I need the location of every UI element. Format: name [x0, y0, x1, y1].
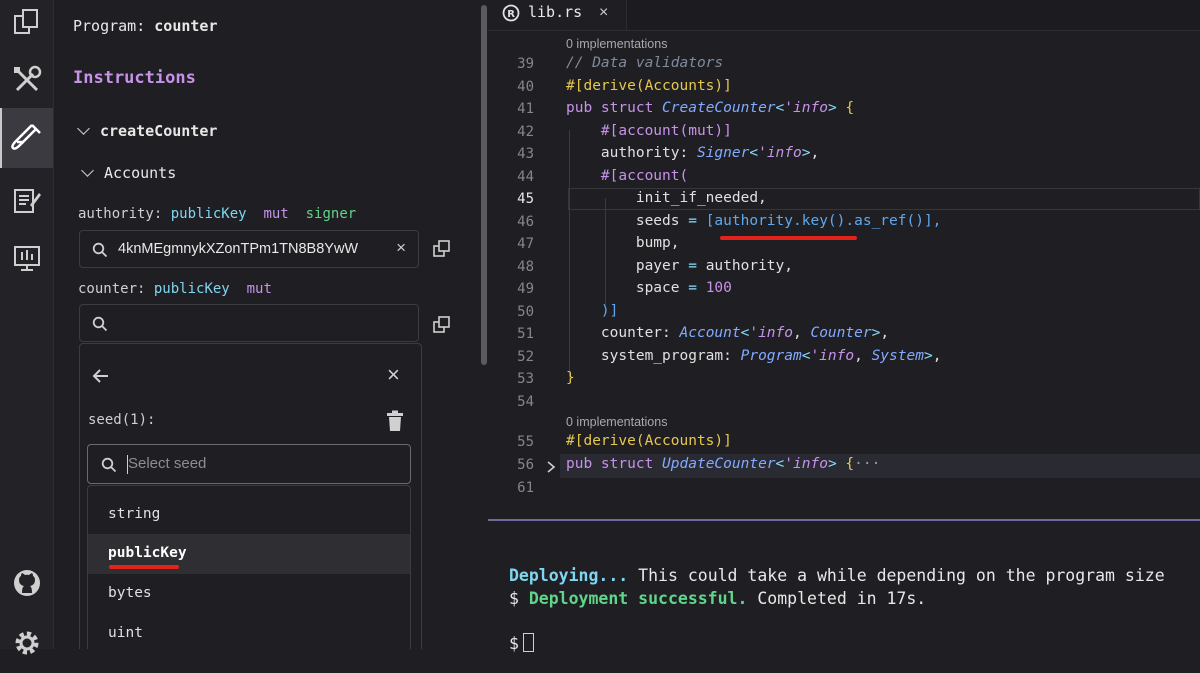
line-number: 47: [517, 236, 534, 252]
build-tools-icon[interactable]: [0, 50, 53, 110]
line-number: 54: [517, 394, 534, 410]
code-lens[interactable]: 0 implementations: [566, 37, 667, 51]
seed-option-bytes[interactable]: bytes: [88, 574, 410, 614]
authority-value: 4knMEgmnykXZonTPm1TN8B8YwW: [118, 241, 359, 257]
code-line: seeds = [authority.key().as_ref()],: [635, 213, 942, 229]
annotation-underline: [109, 565, 179, 569]
code-line: payer = authority,: [635, 258, 794, 274]
seed-option-uint[interactable]: uint: [88, 614, 410, 649]
line-number: 51: [517, 326, 534, 342]
code-line: #[account(: [600, 168, 689, 184]
code-line: }: [566, 370, 575, 386]
line-number: 53: [517, 371, 534, 387]
code-line: system_program: Program<'info, System>,: [600, 348, 942, 364]
code-line: counter: Account<'info, Counter>,: [600, 325, 890, 341]
explorer-icon[interactable]: [0, 0, 53, 52]
terminal-cursor: [522, 633, 534, 652]
instruction-create-counter[interactable]: createCounter: [77, 122, 217, 140]
svg-text:R: R: [507, 9, 515, 20]
line-number: 40: [517, 79, 534, 95]
program-label: Program: counter: [73, 17, 218, 35]
tab-close-icon[interactable]: ×: [599, 4, 608, 22]
line-number: 41: [517, 101, 534, 117]
search-icon: [92, 242, 108, 258]
monitor-icon[interactable]: [0, 228, 53, 288]
rust-file-icon: R: [502, 4, 520, 22]
line-number: 42: [517, 124, 534, 140]
code-line: authority: Signer<'info>,: [600, 145, 820, 161]
line-number: 48: [517, 259, 534, 275]
authority-account-label: authority: publicKey mut signer: [78, 206, 357, 222]
settings-gear-icon[interactable]: [0, 613, 53, 673]
search-icon: [101, 457, 117, 473]
activity-bar: [0, 0, 54, 655]
seed-search-input[interactable]: Select seed: [87, 444, 411, 484]
code-editor[interactable]: 0 implementations 0 implementations 39 4…: [488, 31, 1200, 519]
instructions-title: Instructions: [73, 68, 196, 88]
seed-option-string[interactable]: string: [88, 495, 410, 535]
copy-icon[interactable]: [433, 316, 451, 334]
back-arrow-icon[interactable]: [91, 366, 111, 386]
chevron-down-icon: [81, 164, 94, 177]
trash-icon[interactable]: [385, 410, 405, 432]
accounts-toggle[interactable]: Accounts: [81, 164, 176, 182]
annotation-underline: [720, 236, 857, 240]
code-line: // Data validators: [566, 55, 724, 71]
line-number: 56: [517, 457, 534, 473]
line-number: 46: [517, 214, 534, 230]
code-line: )]: [600, 303, 619, 319]
seed-placeholder: Select seed: [128, 455, 207, 472]
code-lens[interactable]: 0 implementations: [566, 415, 667, 429]
search-icon: [92, 316, 108, 332]
close-icon[interactable]: ×: [387, 362, 400, 388]
line-number: 61: [517, 480, 534, 496]
code-line: #[derive(Accounts)]: [566, 433, 732, 449]
line-number: 45: [517, 191, 534, 207]
chevron-down-icon: [77, 122, 90, 135]
line-number: 39: [517, 56, 534, 72]
line-number: 55: [517, 434, 534, 450]
tab-filename: lib.rs: [528, 3, 583, 21]
line-number: 43: [517, 146, 534, 162]
code-line: init_if_needed,: [635, 190, 767, 206]
authority-input[interactable]: 4knMEgmnykXZonTPm1TN8B8YwW ×: [79, 230, 419, 268]
line-number: 50: [517, 304, 534, 320]
terminal-line: $ Deployment successful. Completed in 17…: [509, 589, 927, 608]
line-number: 44: [517, 169, 534, 185]
program-name: counter: [154, 17, 218, 35]
code-line: #[account(mut)]: [600, 123, 732, 139]
terminal-line: Deploying... This could take a while dep…: [509, 566, 1165, 585]
line-number: 52: [517, 349, 534, 365]
code-line: space = 100: [635, 280, 732, 296]
terminal-prompt: $: [509, 633, 534, 653]
instructions-sidebar: Program: counter Instructions createCoun…: [54, 0, 479, 649]
code-line: bump,: [635, 235, 680, 251]
clear-icon[interactable]: ×: [396, 238, 406, 258]
code-line: pub struct CreateCounter<'info> {: [566, 100, 855, 116]
test-tube-icon[interactable]: [0, 108, 53, 168]
terminal-panel[interactable]: Deploying... This could take a while dep…: [488, 521, 1200, 653]
seed-label: seed(1):: [88, 412, 156, 428]
counter-input[interactable]: [79, 304, 419, 342]
copy-icon[interactable]: [433, 240, 451, 258]
sidebar-scrollbar-thumb[interactable]: [481, 5, 487, 365]
tab-lib-rs[interactable]: R lib.rs ×: [488, 0, 627, 30]
github-icon[interactable]: [0, 553, 53, 613]
code-line: pub struct UpdateCounter<'info> {···: [566, 456, 881, 472]
counter-account-label: counter: publicKey mut: [78, 281, 272, 297]
chevron-right-icon[interactable]: [546, 461, 556, 473]
line-number: 49: [517, 281, 534, 297]
code-line: #[derive(Accounts)]: [566, 78, 732, 94]
editor-tab-bar: R lib.rs ×: [488, 0, 1200, 31]
notes-icon[interactable]: [0, 170, 53, 230]
